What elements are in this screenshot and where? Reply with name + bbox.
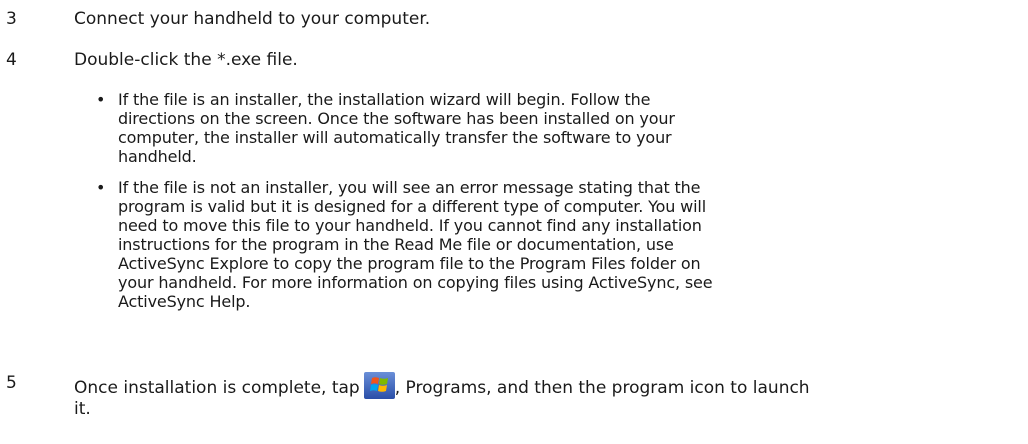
step-number: 5 xyxy=(6,373,17,393)
step-text-after-icon: , Programs, and then the program icon to… xyxy=(394,378,810,398)
bullet-symbol: • xyxy=(96,178,106,197)
step-text: Connect your handheld to your computer. xyxy=(74,9,431,29)
bullet-text: If the file is not an installer, you wil… xyxy=(118,178,713,311)
bullet-symbol: • xyxy=(96,90,106,109)
bullet-line: your handheld. For more information on c… xyxy=(118,273,713,292)
windows-start-icon xyxy=(363,372,395,399)
bullet-text: If the file is an installer, the install… xyxy=(118,90,675,166)
step-number: 4 xyxy=(6,50,17,70)
bullet-line: ActiveSync Help. xyxy=(118,292,251,311)
bullet-line: If the file is not an installer, you wil… xyxy=(118,178,701,197)
step-text-line2: it. xyxy=(74,399,91,419)
bullet-line: program is valid but it is designed for … xyxy=(118,197,706,216)
step-number: 3 xyxy=(6,9,17,29)
bullet-line: need to move this file to your handheld.… xyxy=(118,216,702,235)
bullet-line: directions on the screen. Once the softw… xyxy=(118,109,675,128)
step-text: Double-click the *.exe file. xyxy=(74,50,298,70)
bullet-line: If the file is an installer, the install… xyxy=(118,90,651,109)
bullet-line: computer, the installer will automatical… xyxy=(118,128,672,147)
bullet-line: ActiveSync Explore to copy the program f… xyxy=(118,254,701,273)
step-text-before-icon: Once installation is complete, tap xyxy=(74,378,360,398)
bullet-line: handheld. xyxy=(118,147,197,166)
step-text: Once installation is complete, tap , Pro… xyxy=(74,372,810,421)
bullet-line: instructions for the program in the Read… xyxy=(118,235,674,254)
